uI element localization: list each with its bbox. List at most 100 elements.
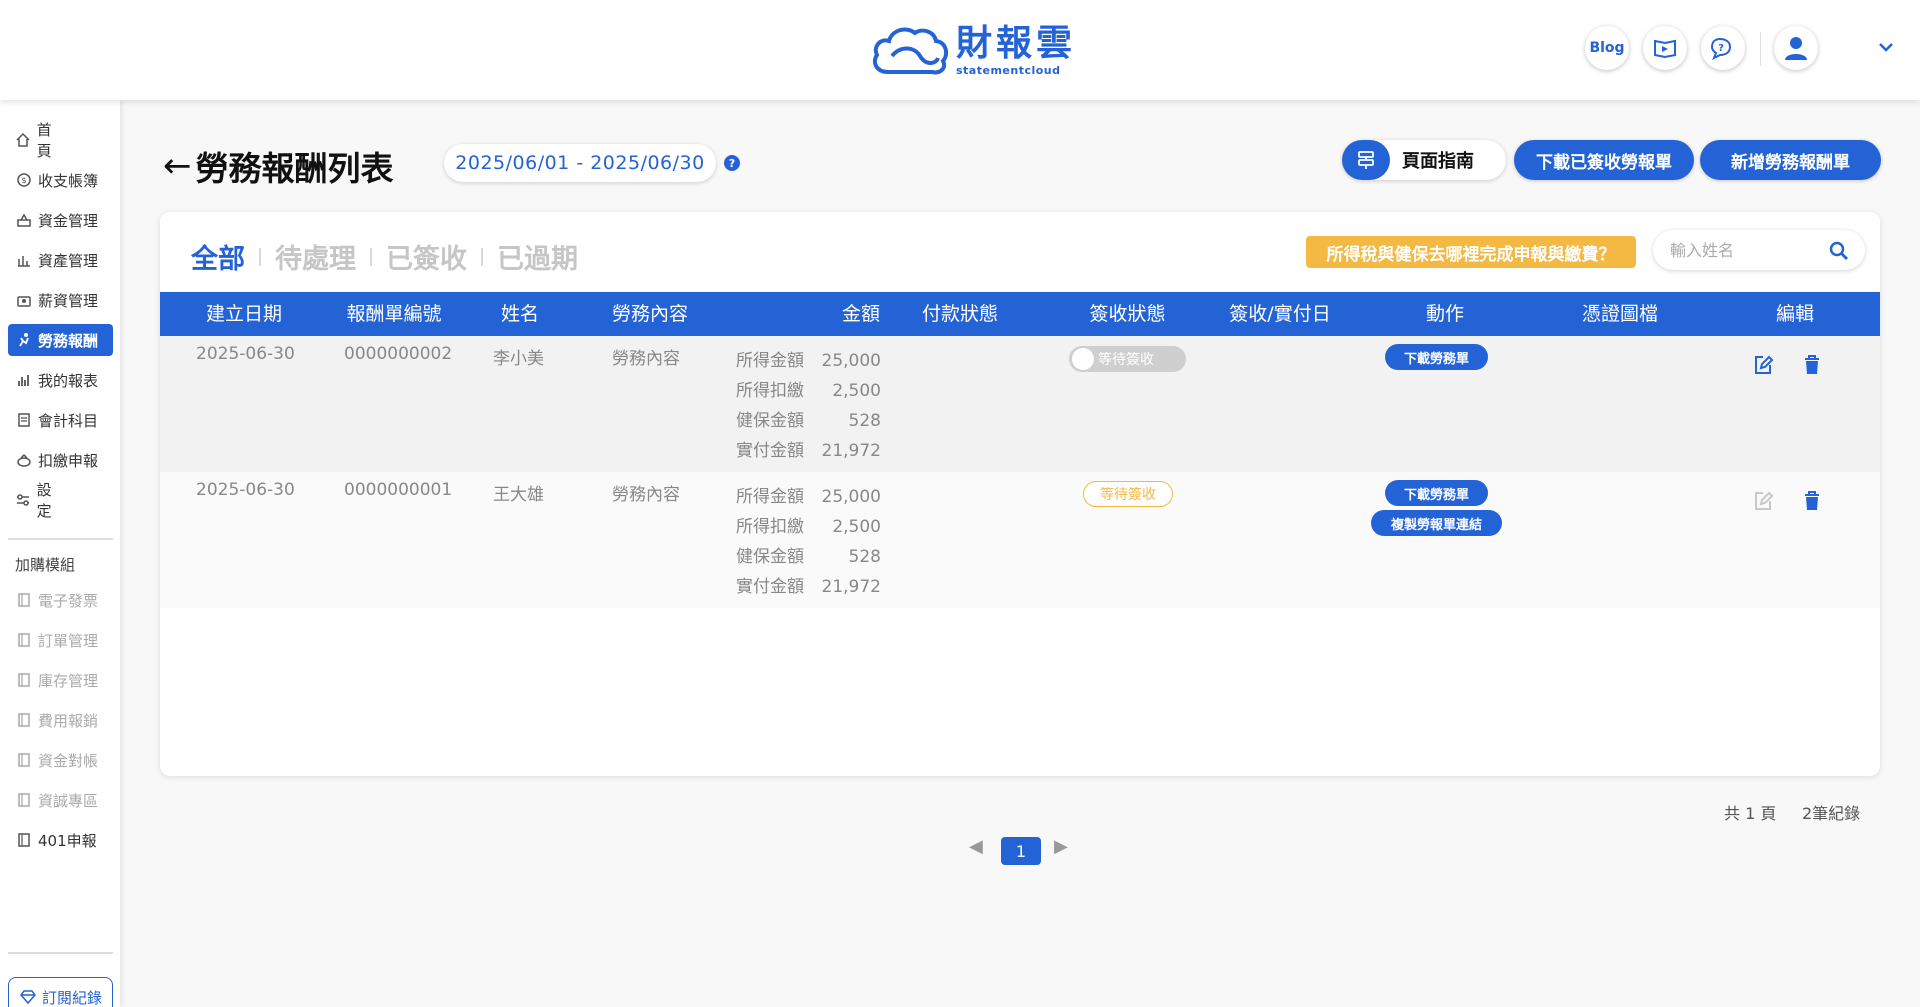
svg-text:?: ? [1718, 43, 1724, 54]
copy-labor-link-button[interactable]: 複製勞報單連結 [1371, 510, 1502, 536]
sidebar: 首頁 $ 收支帳簿 資金管理 資產管理 薪資管理 勞務報酬 我的報表 會計科目 … [0, 100, 120, 1007]
download-labor-form-button[interactable]: 下載勞務單 [1385, 480, 1488, 506]
sidebar-item-labor-remuneration[interactable]: 勞務報酬 [8, 324, 113, 356]
addon-book-icon [14, 632, 34, 648]
cell-name: 李小美 [493, 349, 544, 369]
back-arrow-icon[interactable]: ← [163, 146, 192, 186]
video-tutorial-button[interactable] [1643, 26, 1687, 70]
page-guide-button[interactable]: 頁面指南 [1342, 140, 1506, 180]
col-actions: 動作 [1425, 303, 1464, 325]
amount-label: 所得扣繳 [736, 517, 804, 537]
amount-label: 健保金額 [736, 547, 804, 567]
sidebar-addon-inventory[interactable]: 庫存管理 [8, 664, 113, 696]
cell-number: 0000000001 [344, 480, 453, 500]
blog-label: Blog [1589, 40, 1625, 56]
col-edit: 編輯 [1775, 303, 1814, 325]
amount-label: 健保金額 [736, 411, 804, 431]
logo[interactable]: 財報雲 statementcloud [870, 22, 1076, 78]
sidebar-addon-reconciliation[interactable]: 資金對帳 [8, 744, 113, 776]
account-menu-toggle[interactable] [1878, 38, 1894, 57]
sidebar-addon-expenses[interactable]: 費用報銷 [8, 704, 113, 736]
cell-amounts: 所得金額 25,000 所得扣繳 2,500 健保金額 528 實付金額 21,972 [736, 482, 881, 602]
subscription-record-button[interactable]: 訂閱紀錄 [8, 977, 113, 1007]
sidebar-item-label: 資金管理 [38, 211, 99, 230]
tab-pending[interactable]: 待處理 [275, 237, 356, 276]
addon-book-icon [14, 592, 34, 608]
edit-icon[interactable] [1752, 354, 1774, 380]
tab-signed[interactable]: 已簽收 [386, 237, 467, 276]
sidebar-item-label: 勞務報酬 [38, 331, 99, 350]
funds-icon [14, 212, 34, 228]
sidebar-item-label: 首頁 [36, 121, 78, 160]
sidebar-item-label: 庫存管理 [38, 671, 99, 690]
sidebar-item-label: 電子發票 [38, 591, 99, 610]
amount-label: 實付金額 [736, 441, 804, 461]
sidebar-item-reports[interactable]: 我的報表 [8, 364, 113, 396]
sidebar-addon-401-filing[interactable]: 401申報 [8, 824, 113, 856]
col-voucher-image: 憑證圖檔 [1581, 303, 1658, 325]
prev-page-icon[interactable]: ◀ [969, 836, 983, 857]
sidebar-item-label: 設定 [36, 481, 78, 520]
support-button[interactable]: ? [1701, 26, 1745, 70]
addon-book-icon [14, 712, 34, 728]
cell-number: 0000000002 [344, 344, 453, 364]
amount-line: 實付金額 21,972 [736, 572, 881, 602]
amount-value: 25,000 [821, 487, 881, 507]
add-remuneration-button[interactable]: 新增勞務報酬單 [1700, 140, 1881, 180]
cloud-logo-icon [872, 27, 949, 75]
page-number-current[interactable]: 1 [1001, 837, 1041, 865]
sidebar-item-accounts[interactable]: 會計科目 [8, 404, 113, 436]
sidebar-item-home[interactable]: 首頁 [8, 121, 113, 160]
logo-subtitle: statementcloud [956, 63, 1061, 77]
tab-expired[interactable]: 已過期 [497, 237, 578, 276]
sidebar-divider [8, 952, 113, 954]
tax-filing-help-button[interactable]: 所得稅與健保去哪裡完成申報與繳費？ [1306, 236, 1636, 268]
search-input[interactable] [1670, 240, 1820, 260]
sidebar-item-withholding[interactable]: 扣繳申報 [8, 444, 113, 476]
sidebar-item-funds[interactable]: 資金管理 [8, 204, 113, 236]
trash-icon[interactable] [1803, 490, 1821, 516]
subscription-label: 訂閱紀錄 [41, 988, 102, 1007]
user-avatar-button[interactable] [1774, 26, 1818, 70]
sidebar-item-salary[interactable]: 薪資管理 [8, 284, 113, 316]
amount-value: 2,500 [832, 517, 881, 537]
page-title-text: 勞務報酬列表 [195, 149, 394, 188]
sidebar-addon-pwc-zone[interactable]: 資誠專區 [8, 784, 113, 816]
next-page-icon[interactable]: ▶ [1054, 836, 1068, 857]
page-title: ← 勞務報酬列表 [163, 142, 394, 190]
tab-all[interactable]: 全部 [191, 237, 245, 276]
addon-book-icon [14, 832, 34, 848]
download-signed-button[interactable]: 下載已簽收勞報單 [1514, 140, 1694, 180]
col-sign-paid-date: 簽收/實付日 [1229, 303, 1331, 325]
question-icon[interactable]: ? [724, 155, 740, 171]
cell-amounts: 所得金額 25,000 所得扣繳 2,500 健保金額 528 實付金額 21,972 [736, 346, 881, 466]
trash-icon[interactable] [1803, 354, 1821, 380]
amount-label: 實付金額 [736, 577, 804, 597]
addon-section-title: 加購模組 [15, 556, 76, 574]
amount-value: 528 [848, 411, 881, 431]
diamond-icon [20, 990, 36, 1004]
sidebar-item-settings[interactable]: 設定 [8, 481, 113, 520]
sidebar-item-assets[interactable]: 資產管理 [8, 244, 113, 276]
sidebar-item-label: 資金對帳 [38, 751, 99, 770]
sidebar-item-ledger[interactable]: $ 收支帳簿 [8, 164, 113, 196]
col-created-date: 建立日期 [205, 303, 282, 325]
edit-icon-disabled [1752, 490, 1774, 516]
date-range-picker[interactable]: 2025/06/01 - 2025/06/30 [444, 144, 716, 182]
amount-value: 528 [848, 547, 881, 567]
sidebar-addon-orders[interactable]: 訂單管理 [8, 624, 113, 656]
table-row: 2025-06-30 0000000001 王大雄 勞務內容 所得金額 25,00… [160, 472, 1880, 608]
sidebar-addon-einvoice[interactable]: 電子發票 [8, 584, 113, 616]
download-labor-form-button[interactable]: 下載勞務單 [1385, 344, 1488, 370]
total-records: 2筆紀錄 [1802, 804, 1861, 823]
signpost-icon [1342, 140, 1390, 180]
search-icon[interactable] [1829, 241, 1849, 265]
sign-status-toggle[interactable]: 等待簽收 [1069, 346, 1186, 372]
status-label: 等待簽收 [1098, 352, 1154, 368]
toggle-knob [1072, 348, 1094, 370]
amount-line: 實付金額 21,972 [736, 436, 881, 466]
labor-icon [14, 332, 34, 348]
blog-button[interactable]: Blog [1585, 26, 1629, 70]
home-icon [14, 132, 33, 148]
top-header: 財報雲 statementcloud Blog ? [0, 0, 1920, 100]
